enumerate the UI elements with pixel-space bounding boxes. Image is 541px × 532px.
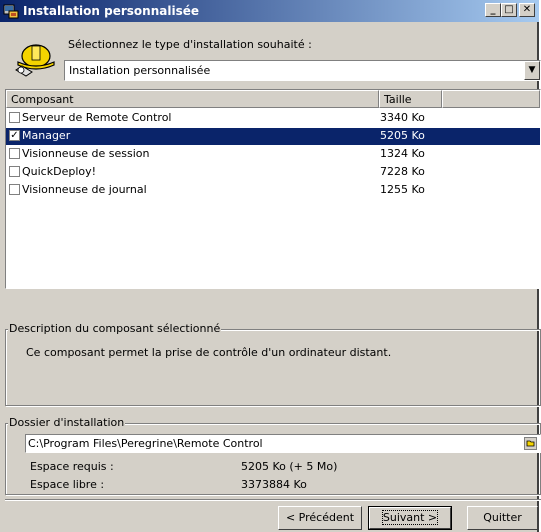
list-item[interactable]: Visionneuse de session 1324 Ko — [6, 146, 540, 163]
list-item[interactable]: Serveur de Remote Control 3340 Ko — [6, 110, 540, 127]
unchecked-checkbox[interactable] — [9, 184, 20, 195]
dropdown-arrow-icon[interactable]: ▼ — [524, 61, 540, 80]
install-type-value: Installation personnalisée — [69, 64, 211, 77]
quit-button[interactable]: Quitter — [467, 506, 538, 530]
component-size: 7228 Ko — [380, 165, 425, 178]
component-name: QuickDeploy! — [22, 165, 97, 178]
maximize-button[interactable]: □ — [501, 3, 517, 17]
install-path-field[interactable]: C:\Program Files\Peregrine\Remote Contro… — [25, 434, 541, 453]
close-icon: ✕ — [522, 4, 532, 15]
install-type-prompt: Sélectionnez le type d'installation souh… — [68, 38, 312, 51]
next-button[interactable]: Suivant > — [368, 506, 452, 530]
column-header-empty — [442, 90, 540, 108]
checked-checkbox[interactable]: ✓ — [9, 130, 20, 141]
unchecked-checkbox[interactable] — [9, 112, 20, 123]
component-name: Visionneuse de session — [22, 147, 150, 160]
component-name: Manager — [22, 129, 71, 142]
unchecked-checkbox[interactable] — [9, 166, 20, 177]
space-free-label: Espace libre : — [30, 478, 105, 491]
minimize-icon: _ — [490, 4, 496, 15]
column-header-component[interactable]: Composant — [6, 90, 379, 108]
list-item[interactable]: QuickDeploy! 7228 Ko — [6, 164, 540, 181]
install-type-select[interactable]: Installation personnalisée ▼ — [64, 60, 541, 81]
list-item[interactable]: Visionneuse de journal 1255 Ko — [6, 182, 540, 199]
component-size: 1255 Ko — [380, 183, 425, 196]
install-dialog: Installation personnalisée _ □ ✕ Sélecti… — [0, 0, 541, 532]
space-free-value: 3373884 Ko — [241, 478, 307, 491]
component-size: 5205 Ko — [380, 129, 425, 142]
next-button-label: Suivant > — [381, 510, 439, 525]
component-description: Ce composant permet la prise de contrôle… — [26, 346, 392, 359]
description-group-title: Description du composant sélectionné — [8, 322, 222, 335]
component-size: 3340 Ko — [380, 111, 425, 124]
description-group: Description du composant sélectionné — [5, 322, 541, 406]
hardhat-install-icon — [15, 44, 55, 77]
component-name: Visionneuse de journal — [22, 183, 147, 196]
unchecked-checkbox[interactable] — [9, 148, 20, 159]
browse-folder-icon[interactable] — [524, 437, 537, 450]
component-list[interactable]: Composant Taille Serveur de Remote Contr… — [5, 89, 541, 289]
list-item[interactable]: ✓ Manager 5205 Ko — [6, 128, 540, 145]
column-header-size[interactable]: Taille — [379, 90, 442, 108]
minimize-button[interactable]: _ — [485, 3, 501, 17]
space-required-label: Espace requis : — [30, 460, 114, 473]
component-size: 1324 Ko — [380, 147, 425, 160]
component-name: Serveur de Remote Control — [22, 111, 172, 124]
installer-app-icon — [3, 4, 19, 19]
install-path-value: C:\Program Files\Peregrine\Remote Contro… — [28, 437, 263, 450]
close-button[interactable]: ✕ — [519, 3, 535, 17]
button-separator — [5, 499, 541, 501]
back-button[interactable]: < Précédent — [278, 506, 362, 530]
install-folder-group-title: Dossier d'installation — [8, 416, 126, 429]
window-title: Installation personnalisée — [23, 4, 199, 18]
title-bar[interactable]: Installation personnalisée _ □ ✕ — [0, 0, 539, 22]
maximize-icon: □ — [504, 4, 514, 15]
space-required-value: 5205 Ko (+ 5 Mo) — [241, 460, 338, 473]
